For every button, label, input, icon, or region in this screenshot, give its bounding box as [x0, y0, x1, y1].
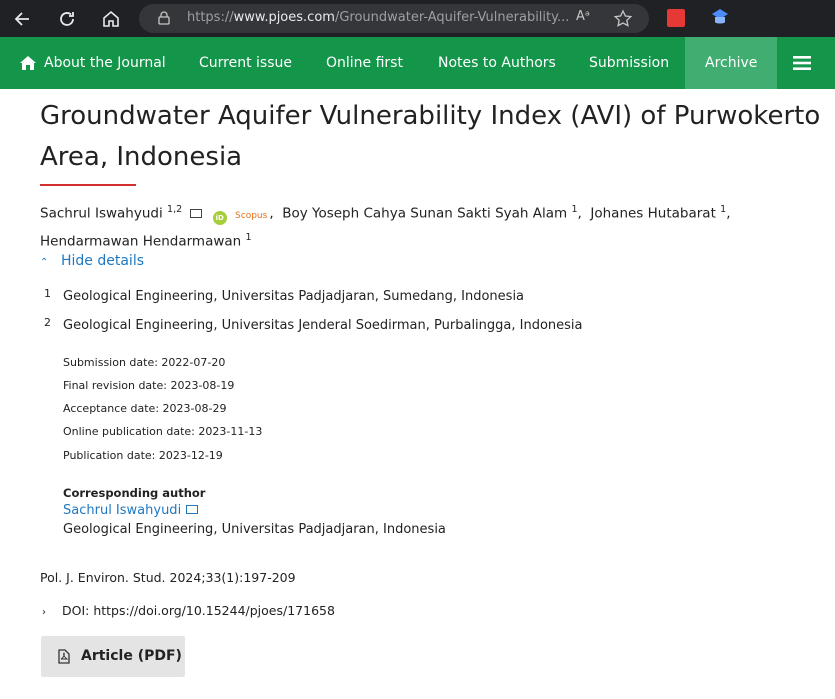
final-revision-date: Final revision date: 2023-08-19: [63, 379, 235, 392]
chevron-up-icon: ⌃: [40, 257, 49, 268]
nav-archive[interactable]: Archive: [685, 37, 778, 89]
online-publication-date: Online publication date: 2023-11-13: [63, 425, 263, 438]
article-title: Groundwater Aquifer Vulnerability Index …: [40, 101, 821, 172]
lock-icon: [158, 11, 170, 25]
publication-date: Publication date: 2023-12-19: [63, 449, 223, 462]
nav-about-journal[interactable]: About the Journal: [44, 37, 166, 89]
refresh-button[interactable]: [54, 6, 80, 32]
author-name[interactable]: Hendarmawan Hendarmawan: [40, 233, 241, 249]
hide-details-toggle[interactable]: ⌃ Hide details: [40, 253, 144, 269]
email-icon[interactable]: [186, 505, 198, 514]
corresponding-author-heading: Corresponding author: [63, 486, 206, 500]
title-underline: [40, 184, 136, 186]
site-navigation: About the Journal Current issue Online f…: [0, 37, 835, 89]
home-icon[interactable]: [20, 56, 36, 70]
back-arrow-icon: [14, 12, 29, 26]
doi-toggle[interactable]: › DOI: https://doi.org/10.15244/pjoes/171…: [42, 603, 335, 618]
author-list: Sachrul Iswahyudi 1,2 iD Scopus, Boy Yos…: [40, 204, 731, 249]
extension-icon-red[interactable]: [667, 9, 685, 27]
scopus-link[interactable]: Scopus: [235, 211, 267, 221]
nav-notes-to-authors[interactable]: Notes to Authors: [438, 37, 556, 89]
pdf-file-icon: [58, 649, 70, 664]
chevron-right-icon: ›: [42, 607, 46, 618]
author-affiliation-sup: 1,2: [167, 204, 183, 215]
url-text: https://www.pjoes.com/Groundwater-Aquife…: [187, 10, 570, 25]
author-affiliation-sup: 1: [571, 204, 578, 215]
email-icon[interactable]: [190, 208, 203, 218]
article-pdf-label: Article (PDF): [81, 648, 182, 664]
hamburger-menu-icon[interactable]: [793, 56, 811, 70]
author-affiliation-sup: 1: [245, 231, 252, 243]
affiliation-text: Geological Engineering, Universitas Padj…: [63, 289, 525, 304]
article-pdf-button[interactable]: Article (PDF): [41, 636, 185, 677]
author-name[interactable]: Johanes Hutabarat: [590, 206, 716, 222]
author-name[interactable]: Boy Yoseph Cahya Sunan Sakti Syah Alam: [282, 206, 567, 222]
address-bar[interactable]: https://www.pjoes.com/Groundwater-Aquife…: [139, 4, 649, 33]
author-name[interactable]: Sachrul Iswahyudi: [40, 206, 163, 222]
affiliation-text: Geological Engineering, Universitas Jend…: [63, 318, 583, 333]
affiliation-number: 1: [44, 287, 51, 300]
citation: Pol. J. Environ. Stud. 2024;33(1):197-20…: [40, 570, 296, 585]
hide-details-label: Hide details: [61, 253, 145, 269]
extension-icon-blue[interactable]: [711, 8, 729, 28]
nav-submission[interactable]: Submission: [589, 37, 669, 89]
nav-online-first[interactable]: Online first: [326, 37, 403, 89]
read-aloud-icon[interactable]: Aᵃ: [576, 9, 590, 24]
submission-date: Submission date: 2022-07-20: [63, 356, 226, 369]
browser-toolbar: https://www.pjoes.com/Groundwater-Aquife…: [0, 0, 835, 37]
acceptance-date: Acceptance date: 2023-08-29: [63, 402, 227, 415]
nav-current-issue[interactable]: Current issue: [199, 37, 292, 89]
back-button[interactable]: [9, 6, 35, 32]
browser-home-icon: [103, 10, 119, 27]
bookmark-star-icon[interactable]: [613, 9, 633, 29]
orcid-icon[interactable]: iD: [212, 210, 227, 225]
affiliation-number: 2: [44, 316, 51, 329]
refresh-icon: [60, 12, 74, 26]
corresponding-author-affiliation: Geological Engineering, Universitas Padj…: [63, 522, 446, 537]
doi-text: DOI: https://doi.org/10.15244/pjoes/1716…: [62, 603, 335, 618]
corresponding-author-link[interactable]: Sachrul Iswahyudi: [63, 503, 181, 518]
home-button[interactable]: [98, 6, 124, 32]
author-affiliation-sup: 1: [720, 204, 727, 215]
